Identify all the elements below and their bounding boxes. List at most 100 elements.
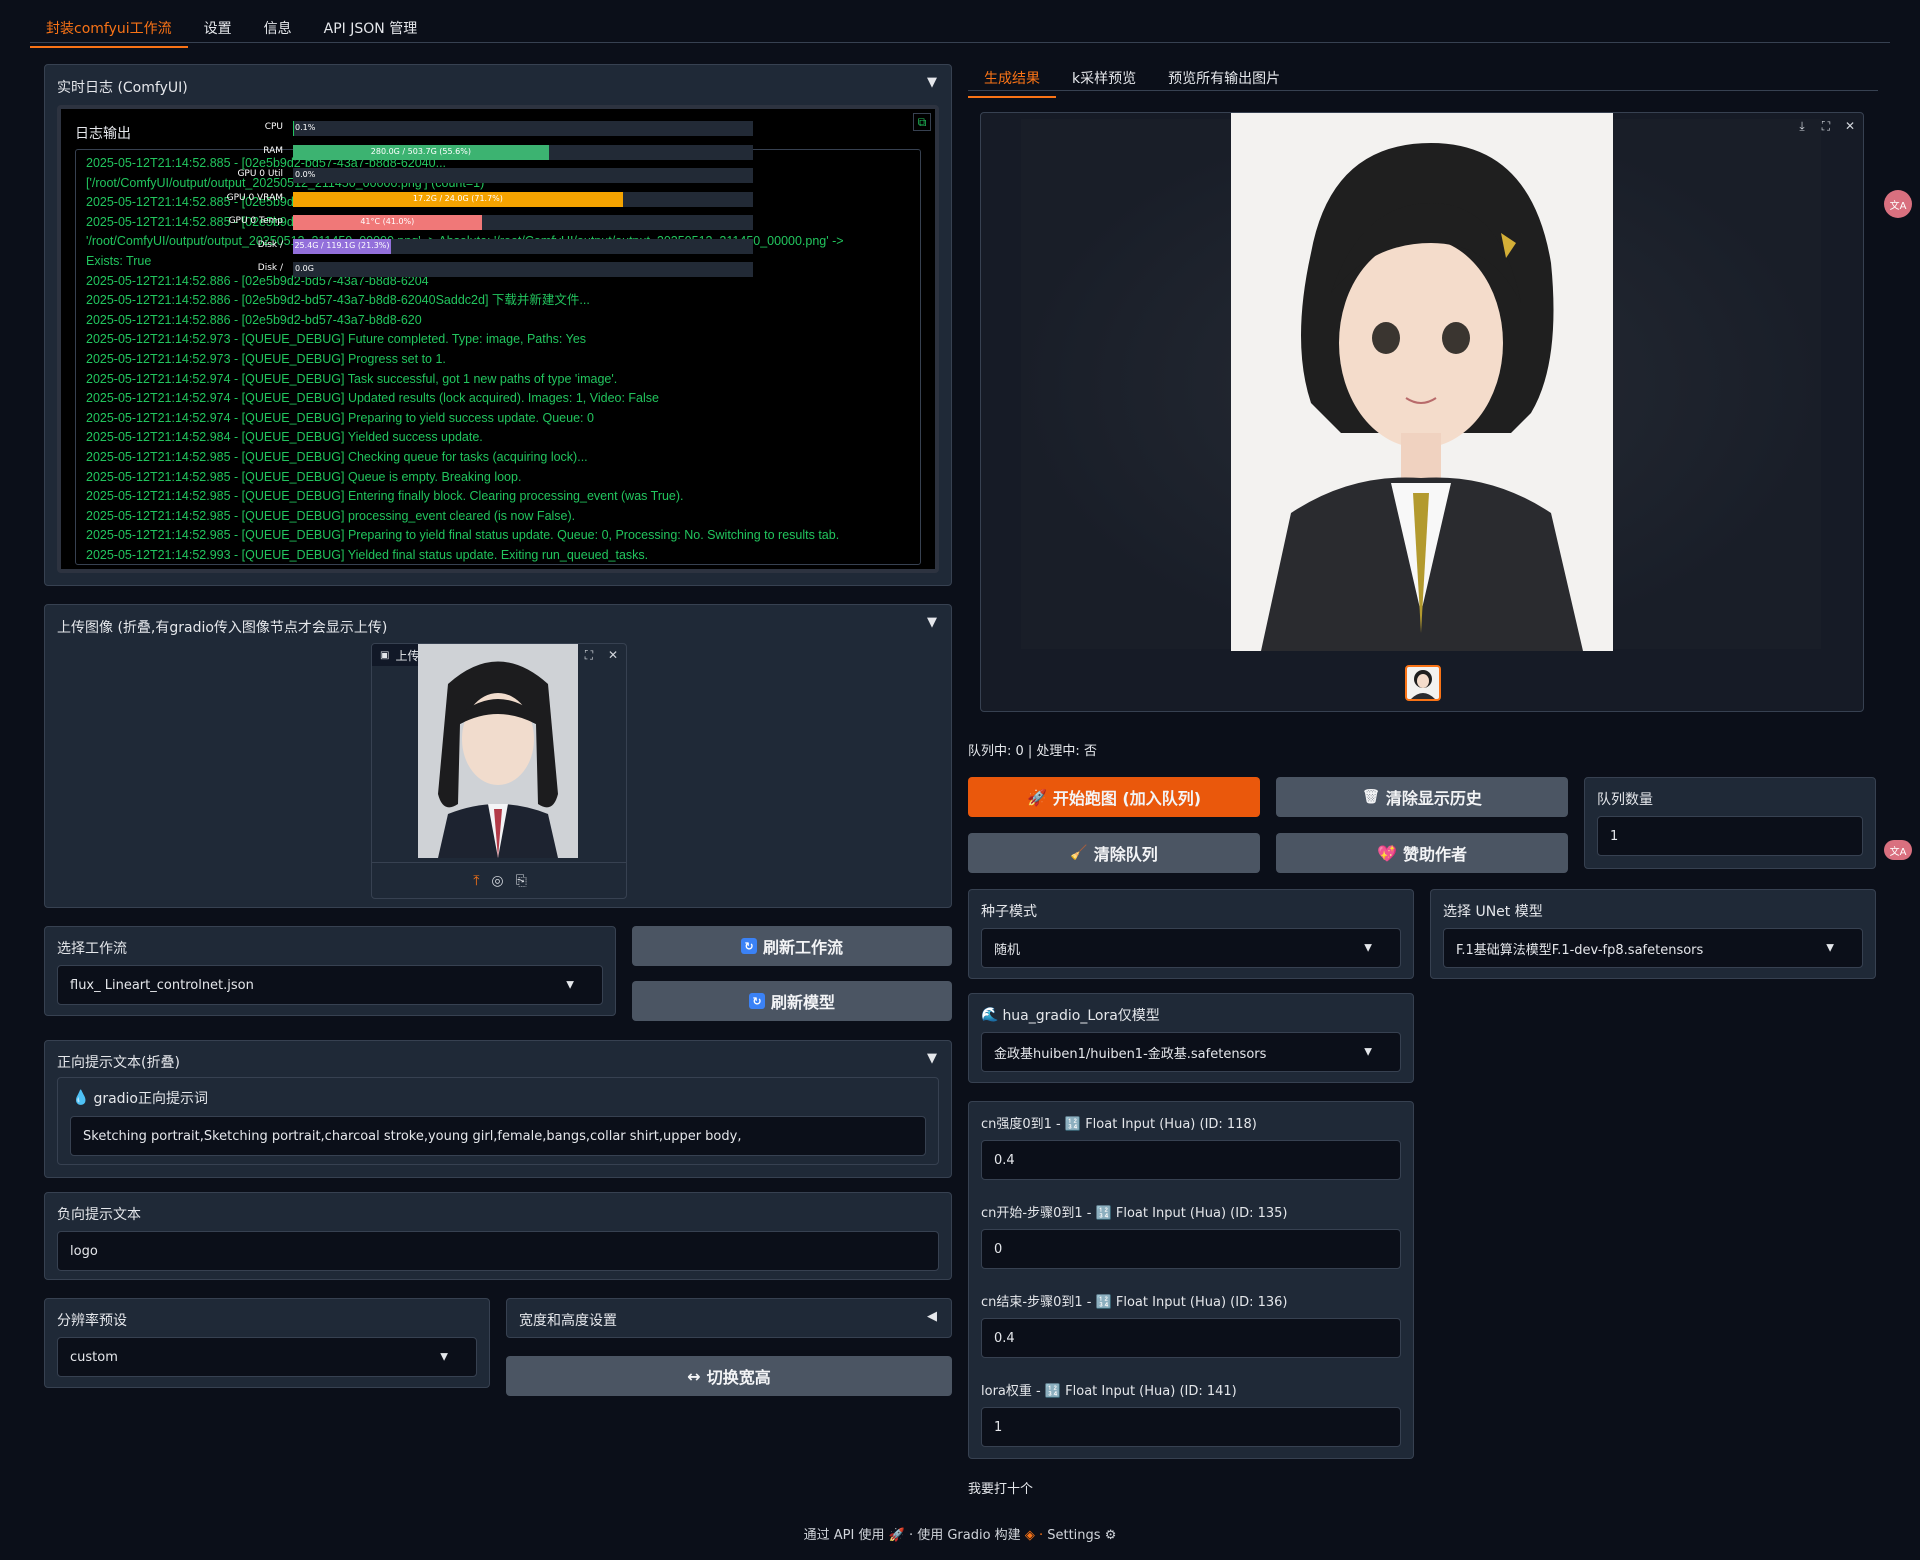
positive-prompt-accordion: 正向提示文本(折叠) ▼ 💧 gradio正向提示词 Sketching por…	[44, 1040, 952, 1178]
positive-prompt-title[interactable]: 正向提示文本(折叠)	[57, 1052, 180, 1072]
width-height-accordion[interactable]: 宽度和高度设置 ◀	[506, 1298, 952, 1338]
queue-status: 队列中: 0 | 处理中: 否	[968, 744, 1097, 759]
collapse-caret-icon[interactable]: ▼	[927, 75, 937, 90]
heart-icon: 💖	[1377, 843, 1397, 863]
width-height-title: 宽度和高度设置	[519, 1313, 617, 1329]
log-line: 2025-05-12T21:14:52.974 - [QUEUE_DEBUG] …	[86, 391, 659, 406]
log-output-box: 日志输出 ⧉ 2025-05-12T21:14:52.885 - [02e5b9…	[57, 105, 939, 573]
seed-mode-dropdown[interactable]: 随机 ▼	[981, 928, 1401, 968]
upload-toolbar: ⤒ ◎ ⎘	[372, 862, 626, 898]
monitor-value: 280.0G / 503.7G (55.6%)	[370, 146, 471, 156]
lora-dropdown[interactable]: 金政基huiben1/huiben1-金政基.safetensors ▼	[981, 1032, 1401, 1072]
queue-count-input[interactable]: 1	[1597, 816, 1863, 856]
monitor-label: GPU 0 Temp	[228, 216, 283, 226]
cn-end-input[interactable]: 0.4	[981, 1318, 1401, 1358]
positive-prompt-input[interactable]: Sketching portrait,Sketching portrait,ch…	[70, 1116, 926, 1156]
monitor-bar-track: 0.1%	[293, 121, 753, 136]
workflow-dropdown[interactable]: flux_ Lineart_controlnet.json ▼	[57, 965, 603, 1005]
start-run-button[interactable]: 🚀 开始跑图 (加入队列)	[968, 777, 1260, 817]
collapse-caret-icon[interactable]: ▼	[927, 615, 937, 630]
float-input-label: cn开始-步骤0到1 - 🔢 Float Input (Hua) (ID: 13…	[981, 1206, 1288, 1221]
swap-width-height-button[interactable]: ↔ 切换宽高	[506, 1356, 952, 1396]
fullscreen-icon[interactable]: ⛶	[580, 646, 598, 664]
monitor-value: 0.0%	[295, 170, 316, 179]
monitor-value: 25.4G / 119.1G (21.3%)	[294, 240, 390, 250]
refresh-model-button[interactable]: ↻ 刷新模型	[632, 981, 952, 1021]
log-accordion-title[interactable]: 实时日志 (ComfyUI)	[57, 77, 188, 97]
close-icon[interactable]: ✕	[1841, 117, 1859, 135]
sponsor-button[interactable]: 💖 赞助作者	[1276, 833, 1568, 873]
float-input-label: cn强度0到1 - 🔢 Float Input (Hua) (ID: 118)	[981, 1117, 1257, 1132]
unet-dropdown[interactable]: F.1基础算法模型F.1-dev-fp8.safetensors ▼	[1443, 928, 1863, 968]
float-input-label: lora权重 - 🔢 Float Input (Hua) (ID: 141)	[981, 1384, 1237, 1399]
tab-generated-results[interactable]: 生成结果	[968, 64, 1056, 98]
tabs-divider	[30, 42, 1890, 43]
log-line: 2025-05-12T21:14:52.886 - [02e5b9d2-bd57…	[86, 293, 590, 308]
generated-image[interactable]	[1231, 113, 1613, 651]
upload-icon[interactable]: ⤒	[473, 873, 479, 889]
copy-icon[interactable]: ⧉	[913, 113, 931, 131]
log-line: 2025-05-12T21:14:52.974 - [QUEUE_DEBUG] …	[86, 371, 618, 386]
monitor-label: Disk /	[257, 263, 283, 273]
monitor-bar-track: 280.0G / 503.7G (55.6%)	[293, 144, 753, 160]
resolution-dropdown[interactable]: custom ▼	[57, 1337, 477, 1377]
log-output-title: 日志输出	[75, 126, 131, 142]
monitor-bar-track: 0.0%	[293, 168, 753, 183]
resolution-label: 分辨率预设	[57, 1313, 127, 1329]
monitor-bar-track: 41°C (41.0%)	[293, 215, 753, 230]
image-upload-box[interactable]: ▣ 上传图像 ⛶ ✕ ⤒ ◎ ⎘	[371, 643, 627, 899]
translate-icon[interactable]: 文A	[1884, 190, 1912, 218]
queue-count-block: 队列数量 1	[1584, 777, 1876, 869]
cn-start-input[interactable]: 0	[981, 1229, 1401, 1269]
tab-ksampler-preview[interactable]: k采样预览	[1056, 64, 1152, 98]
log-line: 2025-05-12T21:14:52.973 - [QUEUE_DEBUG] …	[86, 351, 446, 366]
refresh-workflow-button[interactable]: ↻ 刷新工作流	[632, 926, 952, 966]
log-accordion: 实时日志 (ComfyUI) ▼ 日志输出 ⧉ 2025-05-12T21:14…	[44, 64, 952, 586]
chevron-down-icon: ▼	[1364, 942, 1372, 954]
clear-queue-button[interactable]: 🧹 清除队列	[968, 833, 1260, 873]
monitor-label: RAM	[263, 145, 283, 156]
negative-prompt-label: 负向提示文本	[57, 1207, 141, 1223]
unet-label: 选择 UNet 模型	[1443, 904, 1543, 920]
lora-weight-input[interactable]: 1	[981, 1407, 1401, 1447]
refresh-icon: ↻	[748, 993, 765, 1009]
positive-prompt-block: 💧 gradio正向提示词 Sketching portrait,Sketchi…	[57, 1077, 939, 1165]
monitor-bar-track: 17.2G / 24.0G (71.7%)	[293, 191, 753, 207]
clipboard-icon[interactable]: ⎘	[516, 873, 527, 889]
unet-block: 选择 UNet 模型 F.1基础算法模型F.1-dev-fp8.safetens…	[1430, 889, 1876, 979]
wave-icon: 🌊	[981, 1007, 999, 1023]
monitor-value: 17.2G / 24.0G (71.7%)	[412, 193, 503, 203]
tab-preview-all-outputs[interactable]: 预览所有输出图片	[1152, 64, 1296, 98]
negative-prompt-input[interactable]: logo	[57, 1231, 939, 1271]
close-icon[interactable]: ✕	[604, 646, 622, 664]
gallery-thumbnail[interactable]	[1405, 665, 1441, 701]
upload-accordion: 上传图像 (折叠,有gradio传入图像节点才会显示上传) ▼ ▣ 上传图像 ⛶…	[44, 604, 952, 908]
cn-strength-input[interactable]: 0.4	[981, 1140, 1401, 1180]
collapse-caret-icon[interactable]: ▼	[927, 1051, 937, 1066]
swap-arrows-icon: ↔	[687, 1366, 701, 1386]
gear-icon: ⚙	[1104, 1528, 1117, 1543]
monitor-bar-track: 25.4G / 119.1G (21.3%)	[293, 238, 753, 254]
log-textarea[interactable]: 2025-05-12T21:14:52.885 - [02e5b9d2-bd57…	[75, 149, 921, 565]
thumbnail-image	[1411, 670, 1435, 699]
monitor-value: 0.0G	[295, 264, 314, 273]
monitor-value: 0.1%	[295, 123, 316, 132]
lora-block: 🌊 hua_gradio_Lora仅模型 金政基huiben1/huiben1-…	[968, 993, 1414, 1083]
uploaded-photo	[418, 644, 578, 858]
fullscreen-icon[interactable]: ⛶	[1817, 117, 1835, 135]
chevron-down-icon: ▼	[566, 979, 574, 991]
bottom-note: 我要打十个	[968, 1482, 1034, 1497]
monitor-label: GPU 0 Util	[237, 169, 283, 179]
log-line: 2025-05-12T21:14:52.973 - [QUEUE_DEBUG] …	[86, 332, 587, 347]
translate-icon[interactable]: 文A	[1884, 840, 1912, 860]
webcam-icon[interactable]: ◎	[491, 873, 503, 889]
upload-accordion-title[interactable]: 上传图像 (折叠,有gradio传入图像节点才会显示上传)	[57, 617, 387, 637]
seed-mode-block: 种子模式 随机 ▼	[968, 889, 1414, 979]
footer-settings-link[interactable]: Settings	[1047, 1528, 1100, 1543]
clear-history-button[interactable]: 🗑 清除显示历史	[1276, 777, 1568, 817]
footer-api-link[interactable]: 通过 API 使用	[804, 1528, 885, 1543]
seed-mode-label: 种子模式	[981, 904, 1037, 920]
footer: 通过 API 使用 🚀 · 使用 Gradio 构建 ◈ · Settings …	[0, 1524, 1920, 1543]
footer-gradio-link[interactable]: 使用 Gradio 构建	[917, 1528, 1020, 1543]
download-icon[interactable]: ⤓	[1793, 117, 1811, 135]
